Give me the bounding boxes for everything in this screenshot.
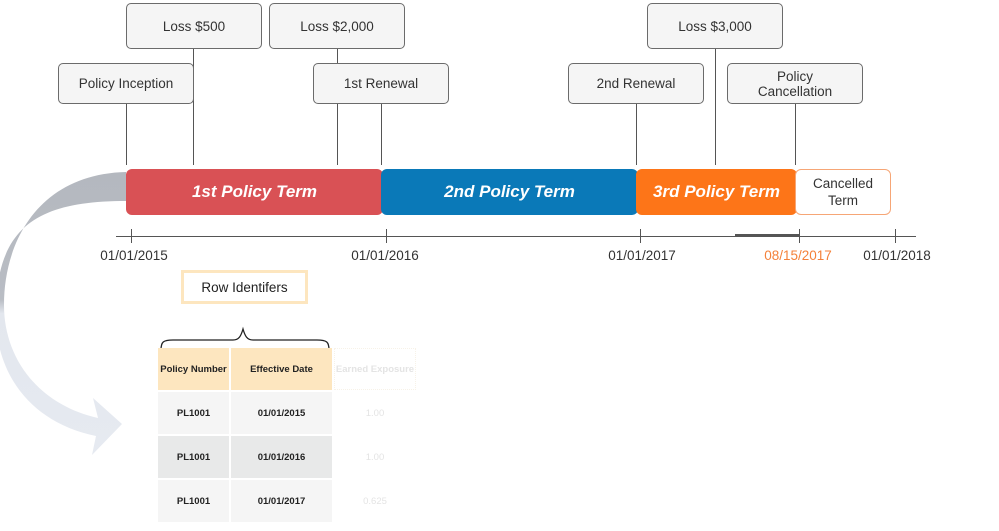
connector-loss-3: [715, 48, 716, 165]
table-cell-effective-date: 01/01/2017: [231, 480, 332, 522]
term-bar-cancelled: Cancelled Term: [795, 169, 891, 215]
callout-1st-renewal: 1st Renewal: [313, 63, 449, 104]
table-header-earned-exposure: Earned Exposure: [334, 348, 416, 390]
axis-tick: [640, 229, 641, 243]
connector-cancellation: [795, 103, 796, 165]
axis-tick: [131, 229, 132, 243]
table-cell-earned-exposure: 0.625: [363, 495, 387, 507]
axis-tick: [799, 229, 800, 243]
connector-renewal-1: [381, 103, 382, 165]
callout-policy-cancellation: Policy Cancellation: [727, 63, 863, 104]
table-cell-effective-date: 01/01/2015: [231, 392, 332, 434]
callout-loss-2000: Loss $2,000: [269, 3, 405, 49]
term-label-3rd: 3rd Policy Term: [653, 182, 780, 201]
axis-tick: [386, 229, 387, 243]
table-cell-policy-number: PL1001: [158, 436, 229, 478]
table-cell-effective-date: 01/01/2016: [231, 436, 332, 478]
term-bar-1st: 1st Policy Term: [126, 169, 383, 215]
term-label-2nd: 2nd Policy Term: [444, 182, 575, 201]
term-label-1st: 1st Policy Term: [191, 182, 318, 201]
callout-loss-500: Loss $500: [126, 3, 262, 49]
table-header-effective-date: Effective Date: [231, 348, 332, 390]
axis-date-2015: 01/01/2015: [100, 248, 168, 263]
table-header-policy-number: Policy Number: [158, 348, 229, 390]
axis-highlight: [735, 234, 799, 236]
row-identifiers-label: Row Identifers: [181, 270, 308, 304]
axis-tick: [895, 229, 896, 243]
term-label-cancelled: Cancelled Term: [812, 176, 874, 208]
callout-policy-inception: Policy Inception: [58, 63, 194, 104]
axis-date-2017: 01/01/2017: [608, 248, 676, 263]
axis-date-cancellation: 08/15/2017: [764, 248, 832, 263]
axis-date-2016: 01/01/2016: [351, 248, 419, 263]
table-cell-policy-number: PL1001: [158, 480, 229, 522]
term-bar-2nd: 2nd Policy Term: [381, 169, 638, 215]
axis-date-2018: 01/01/2018: [863, 248, 931, 263]
timeline-axis: [116, 236, 916, 237]
table-cell-policy-number: PL1001: [158, 392, 229, 434]
term-bar-3rd: 3rd Policy Term: [636, 169, 797, 215]
connector-inception: [126, 103, 127, 165]
callout-2nd-renewal: 2nd Renewal: [568, 63, 704, 104]
callout-loss-3000: Loss $3,000: [647, 3, 783, 49]
table-cell-earned-exposure: 1.00: [365, 407, 385, 419]
connector-renewal-2: [636, 103, 637, 165]
table-cell-earned-exposure: 1.00: [365, 451, 385, 463]
